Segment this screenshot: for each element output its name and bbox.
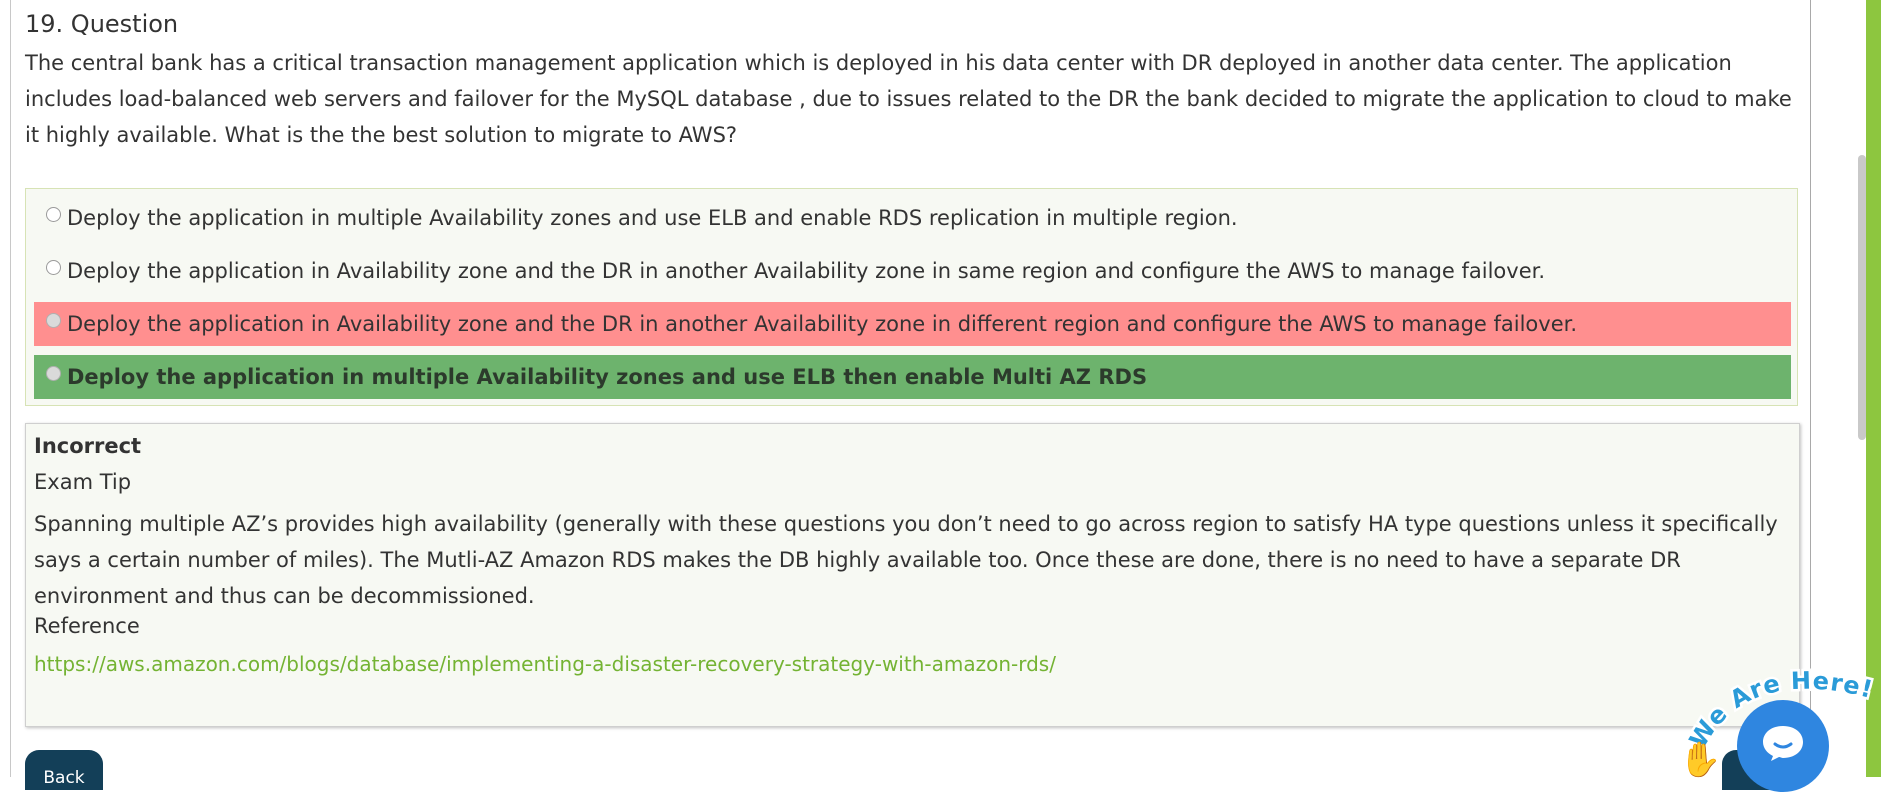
reference-heading: Reference (34, 614, 140, 638)
chat-launcher[interactable] (1737, 700, 1829, 792)
answer-option-1[interactable]: Deploy the application in multiple Avail… (34, 196, 1791, 240)
answer-option-label: Deploy the application in multiple Avail… (67, 365, 1148, 389)
answer-options: Deploy the application in multiple Avail… (25, 188, 1798, 406)
scrollbar-thumb[interactable] (1858, 155, 1866, 440)
answer-option-3-incorrect[interactable]: Deploy the application in Availability z… (34, 302, 1791, 346)
chat-icon (1763, 726, 1803, 761)
answer-option-2[interactable]: Deploy the application in Availability z… (34, 249, 1791, 293)
exam-tip-heading: Exam Tip (34, 470, 132, 494)
result-status: Incorrect (34, 434, 142, 458)
explanation-text: Spanning multiple AZ’s provides high ava… (34, 512, 1778, 608)
radio-button[interactable] (46, 206, 61, 222)
reference-link[interactable]: https://aws.amazon.com/blogs/database/im… (34, 652, 1056, 676)
answer-option-label: Deploy the application in Availability z… (67, 259, 1545, 283)
answer-option-label: Deploy the application in Availability z… (67, 312, 1578, 336)
radio-button[interactable] (46, 365, 61, 381)
explanation-box: Incorrect Exam Tip Spanning multiple AZ’… (25, 423, 1800, 727)
answer-option-4-correct[interactable]: Deploy the application in multiple Avail… (34, 355, 1791, 399)
question-title: 19. Question (25, 10, 179, 38)
question-text: The central bank has a critical transact… (25, 51, 1792, 147)
waving-hand-icon: ✋ (1679, 740, 1722, 780)
chat-widget[interactable]: We Are Here! ✋ (1675, 650, 1875, 792)
radio-button[interactable] (46, 259, 61, 275)
answer-option-label: Deploy the application in multiple Avail… (67, 206, 1238, 230)
radio-button[interactable] (46, 312, 61, 328)
back-button[interactable]: Back (25, 750, 103, 790)
